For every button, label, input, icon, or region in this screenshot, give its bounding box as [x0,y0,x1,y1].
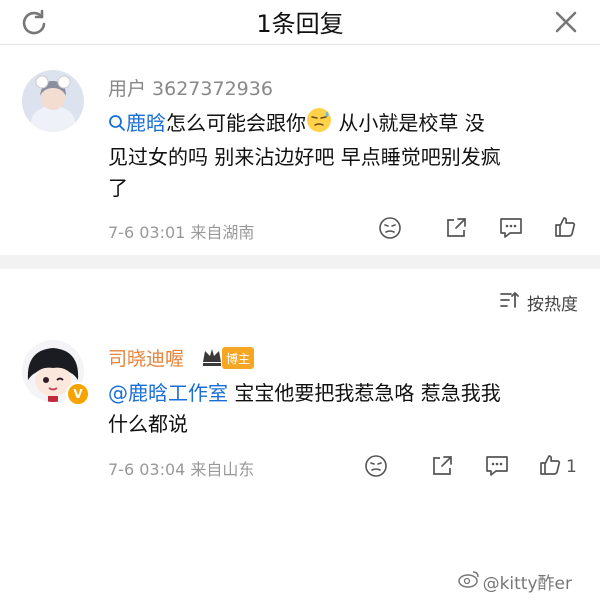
react-icon[interactable] [364,454,388,478]
weibo-logo-icon [457,570,483,593]
like-button[interactable]: 1 [538,453,577,481]
comment-meta: 7-6 03:01 来自湖南 [108,223,255,242]
sort-by-hot[interactable]: 按热度 [499,290,578,315]
verified-badge-icon: V [66,382,90,406]
watermark: @kitty酢er [457,569,572,594]
comment-text: 鹿晗怎么可能会跟你 从小就是校草 没 见过女的吗 别来沾边好吧 早点睡觉吧别发疯… [108,107,578,204]
react-icon[interactable] [378,216,402,240]
like-count: 1 [566,457,577,477]
share-icon[interactable] [444,216,468,240]
comment-username[interactable]: 司晓迪喔 [108,344,184,371]
section-divider [0,255,600,269]
like-icon[interactable] [553,215,577,239]
crown-icon [200,344,224,372]
mention-link[interactable]: @鹿晗工作室 [108,381,228,405]
page-title: 1条回复 [256,10,344,38]
avatar-user1[interactable] [22,70,84,132]
close-icon[interactable] [546,2,586,42]
header-bar: 1条回复 [0,0,600,45]
sort-icon [499,290,527,315]
author-badge: 博主 [222,347,255,369]
comment-icon[interactable] [498,216,524,240]
share-icon[interactable] [430,454,454,478]
comment-meta: 7-6 03:04 来自山东 [108,460,255,479]
comment-username[interactable]: 用户 3627372936 [108,74,273,101]
search-icon [108,111,126,135]
comment-icon[interactable] [484,454,510,478]
like-icon [538,453,562,481]
sweat-emoji [306,107,332,142]
comment-text: @鹿晗工作室 宝宝他要把我惹急咯 惹急我我 什么都说 [108,381,501,436]
topic-link[interactable]: 鹿晗 [126,111,166,135]
